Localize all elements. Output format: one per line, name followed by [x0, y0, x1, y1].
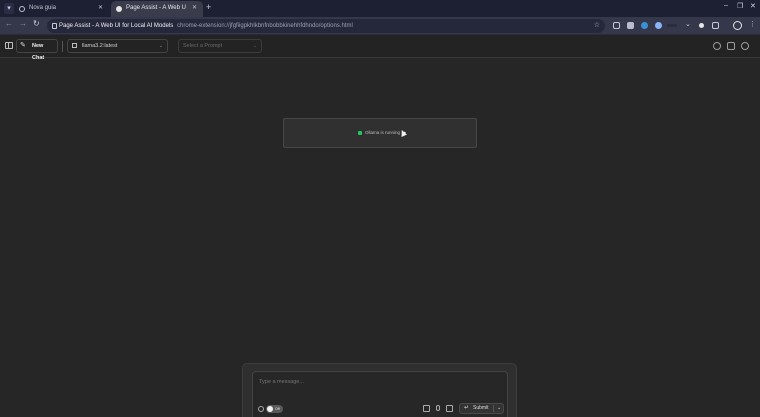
edit-icon: ✎: [20, 42, 26, 49]
toggle-knob: [267, 406, 273, 412]
address-bar-site-title: Page Assist - A Web UI for Local AI Mode…: [59, 23, 174, 29]
minimize-icon[interactable]: –: [724, 2, 728, 9]
browser-tab-strip: ▾ Nova guia ✕ Page Assist - A Web UI fo …: [0, 0, 760, 17]
address-bar[interactable]: Page Assist - A Web UI for Local AI Mode…: [47, 19, 605, 33]
chevron-down-icon: ⌄: [252, 43, 257, 49]
new-tab-button[interactable]: +: [206, 2, 211, 12]
chrome-icon: [19, 6, 25, 12]
browser-menu-icon[interactable]: ⋮: [749, 20, 756, 28]
new-chat-button[interactable]: ✎ New Chat: [16, 39, 58, 61]
submit-button[interactable]: ↵ Submit ⌄: [459, 403, 504, 414]
extension-icon[interactable]: [667, 24, 677, 27]
header-divider: [62, 41, 63, 52]
tab-close-icon[interactable]: ✕: [192, 1, 197, 16]
forward-arrow-icon[interactable]: →: [19, 19, 27, 28]
chevron-down-icon: ⌄: [158, 43, 163, 49]
message-composer: Off ↵ Submit ⌄: [252, 371, 508, 417]
tab-title: Page Assist - A Web UI fo: [126, 5, 186, 11]
extension-icon[interactable]: [655, 22, 662, 29]
status-indicator-dot: [358, 131, 362, 135]
sidebar-toggle-icon[interactable]: [5, 42, 13, 49]
submit-label: Submit: [473, 405, 489, 411]
ollama-status-card: Ollama is running 🦙: [283, 118, 477, 148]
screen: ▾ Nova guia ✕ Page Assist - A Web UI fo …: [0, 0, 760, 417]
submit-divider: [493, 405, 494, 412]
extensions-puzzle-icon[interactable]: [712, 22, 719, 29]
chevron-down-icon[interactable]: ⌄: [497, 404, 501, 413]
new-chat-label: New Chat: [32, 43, 45, 61]
microphone-icon[interactable]: [436, 405, 440, 411]
close-window-icon[interactable]: ✕: [750, 2, 756, 10]
message-input[interactable]: [259, 379, 459, 385]
page-assist-favicon-icon: [116, 6, 122, 12]
extension-icon[interactable]: [613, 22, 620, 29]
knowledge-icon[interactable]: [423, 405, 430, 412]
tab-close-icon[interactable]: ✕: [98, 1, 103, 16]
web-search-globe-icon[interactable]: [258, 406, 264, 412]
tab-search-chevron-icon[interactable]: ▾: [4, 3, 14, 14]
browser-toolbar: ← → ↻ Page Assist - A Web UI for Local A…: [0, 17, 760, 35]
extension-icon[interactable]: [627, 22, 634, 29]
model-icon: [72, 43, 77, 48]
extension-icon[interactable]: [699, 23, 704, 28]
prompt-select[interactable]: Select a Prompt ⌄: [178, 39, 262, 53]
github-icon[interactable]: [727, 42, 735, 50]
extension-page-icon: [52, 23, 57, 29]
tab-page-assist[interactable]: Page Assist - A Web UI fo ✕: [111, 1, 203, 17]
extension-chevron-icon[interactable]: ⌄: [685, 20, 691, 28]
address-bar-url: chrome-extension://jfgfiigpkhlkbnfnbobbk…: [177, 23, 353, 29]
enter-key-icon: ↵: [464, 405, 470, 411]
maximize-icon[interactable]: ❐: [737, 2, 743, 10]
reload-icon[interactable]: ↻: [33, 19, 40, 28]
back-arrow-icon[interactable]: ←: [5, 19, 13, 28]
tab-new-tab[interactable]: Nova guia ✕: [14, 1, 109, 17]
model-select-value: llama3.2:latest: [82, 43, 118, 49]
bookmark-star-icon[interactable]: ☆: [594, 19, 600, 33]
app-header: ✎ New Chat llama3.2:latest ⌄ Select a Pr…: [0, 35, 760, 61]
share-icon[interactable]: [713, 42, 721, 50]
tab-title: Nova guia: [29, 5, 57, 11]
settings-gear-icon[interactable]: [741, 42, 749, 50]
image-upload-icon[interactable]: [446, 405, 453, 412]
prompt-select-placeholder: Select a Prompt: [183, 43, 223, 49]
web-search-toggle[interactable]: Off: [266, 405, 283, 413]
toggle-label: Off: [275, 407, 280, 411]
extension-icon[interactable]: [641, 22, 648, 29]
profile-avatar[interactable]: [733, 21, 742, 30]
model-select[interactable]: llama3.2:latest ⌄: [67, 39, 168, 53]
